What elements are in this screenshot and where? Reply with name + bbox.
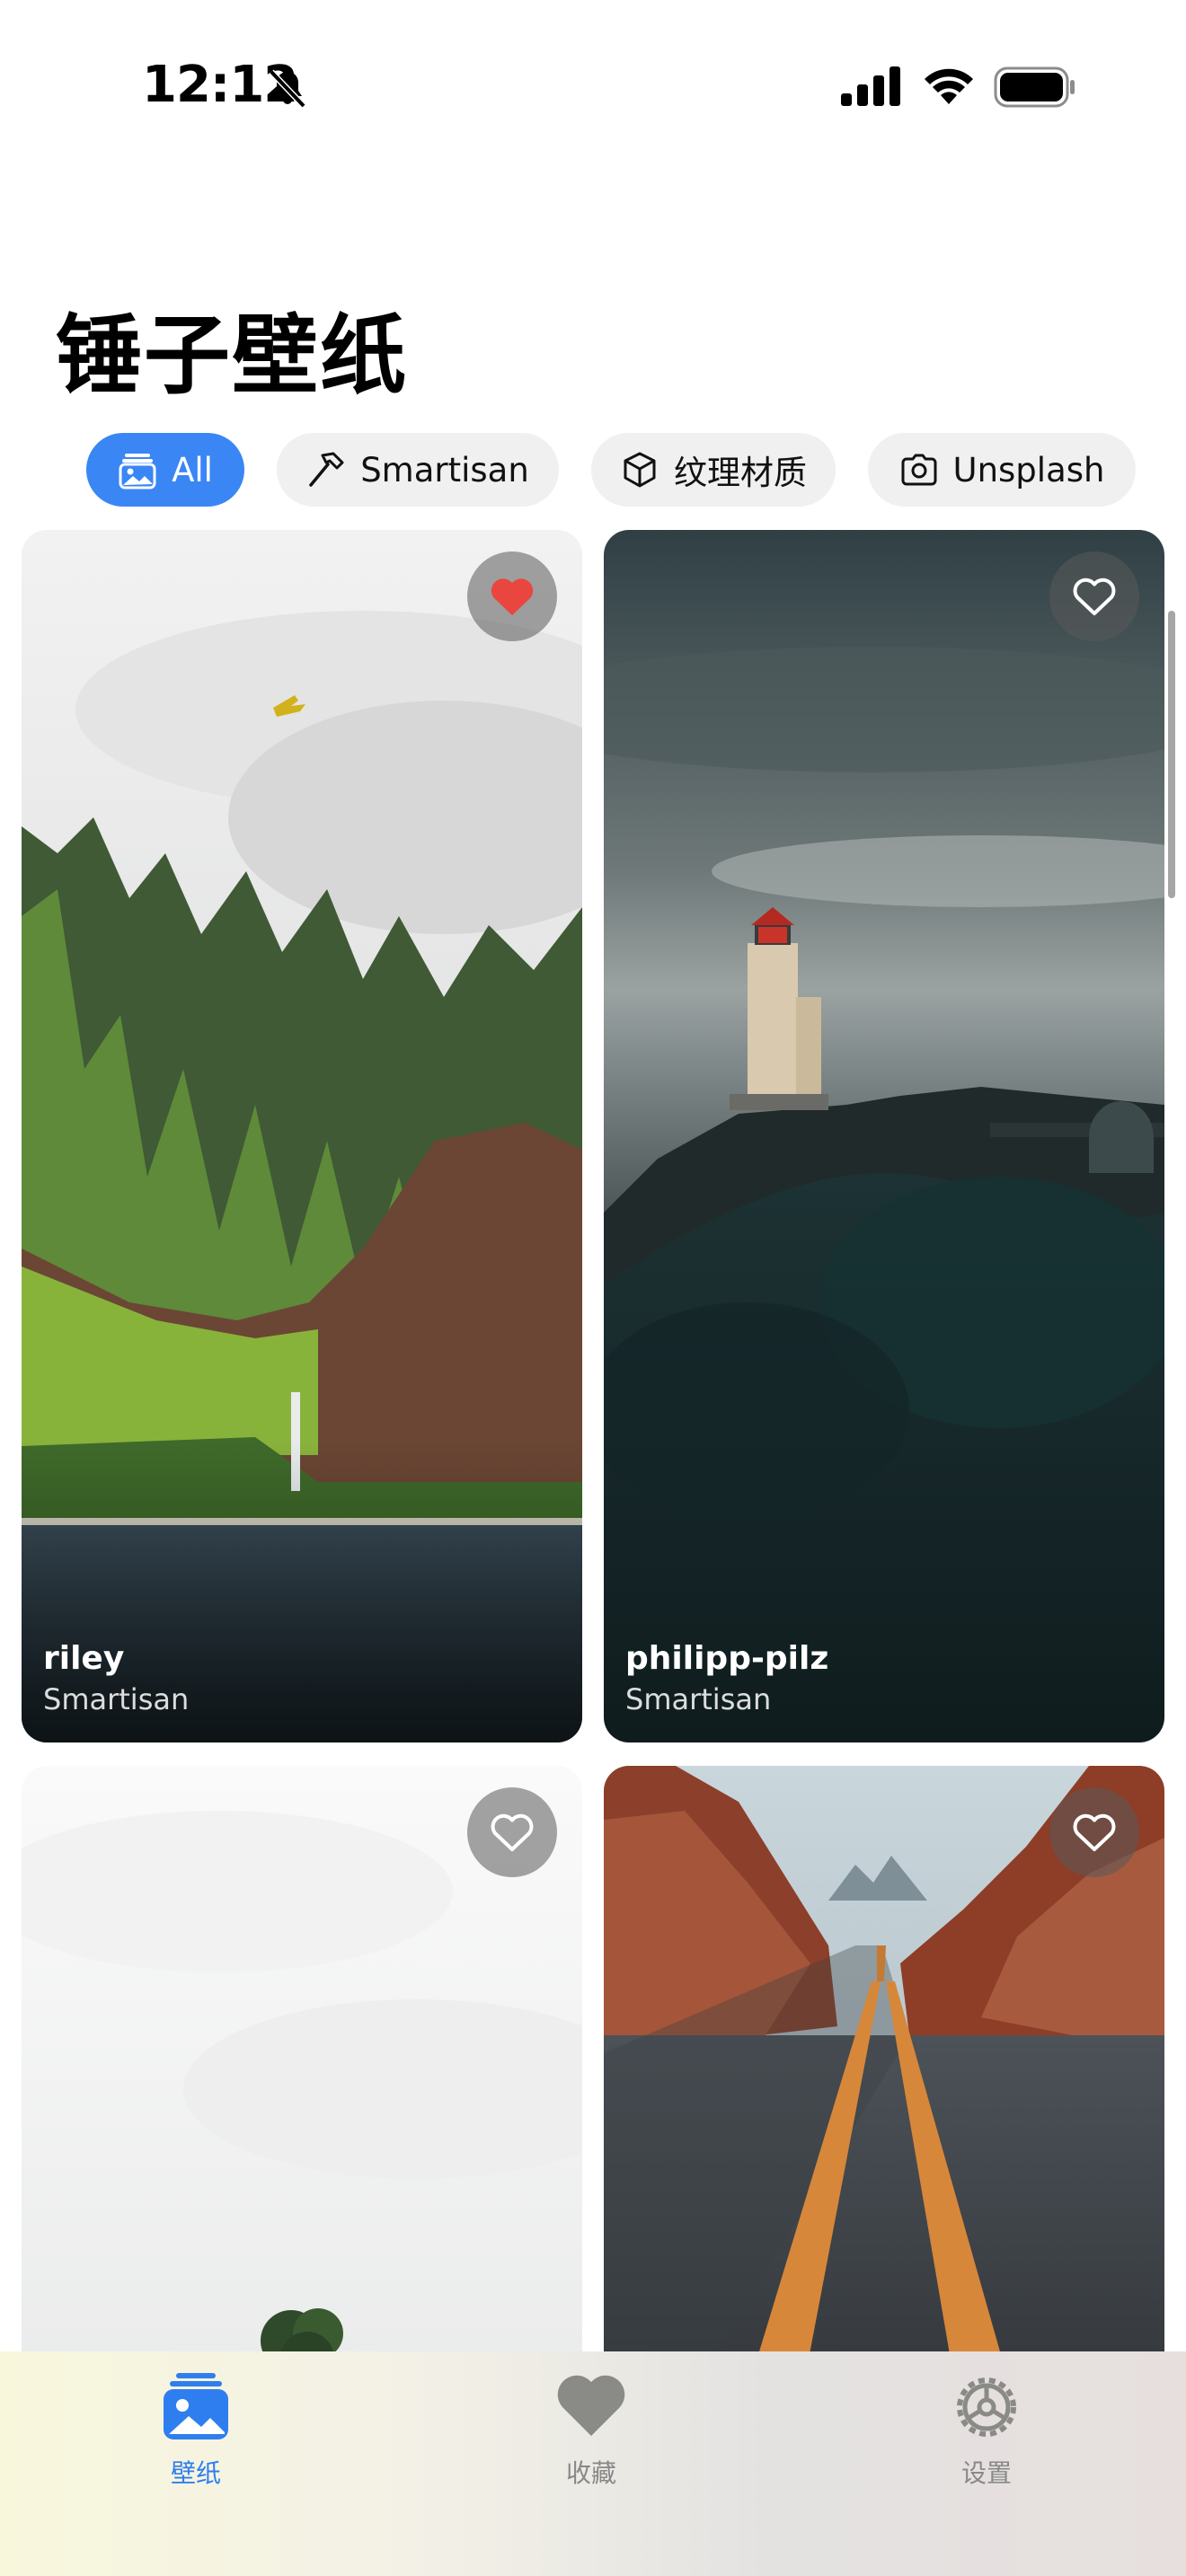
filter-chip-all[interactable]: All xyxy=(86,433,244,507)
wallpaper-card[interactable]: riley Smartisan xyxy=(22,530,582,1742)
tab-label: 壁纸 xyxy=(170,2458,221,2488)
wallpaper-app-screen: 12:12 锤子壁纸 All Smartisan 纹理材质 Unsplash r… xyxy=(0,0,1186,2576)
wallpaper-author: philipp-pilz xyxy=(625,1640,829,1677)
tab-settings[interactable]: 设置 xyxy=(897,2369,1076,2504)
filter-chip-smartisan[interactable]: Smartisan xyxy=(277,433,559,507)
favorite-button[interactable] xyxy=(467,551,557,641)
battery-icon xyxy=(994,66,1075,108)
scrollbar[interactable] xyxy=(1168,611,1175,898)
heart-filled-icon xyxy=(491,578,534,615)
wallpaper-card[interactable]: philipp-pilz Smartisan xyxy=(604,530,1164,1742)
wallpaper-icon xyxy=(164,2373,228,2439)
wallpaper-meta: riley Smartisan xyxy=(43,1638,189,1719)
filter-chip-label: Smartisan xyxy=(360,450,529,490)
bell-slash-icon xyxy=(269,69,306,109)
wallpaper-thumbnail xyxy=(604,530,1164,1742)
gear-icon xyxy=(957,2378,1016,2437)
wallpaper-thumbnail xyxy=(22,530,582,1742)
filter-chips: All Smartisan 纹理材质 Unsplash xyxy=(0,433,1186,508)
wallpaper-author: riley xyxy=(43,1640,125,1677)
heart-outline-icon xyxy=(1073,1813,1116,1851)
filter-chip-unsplash[interactable]: Unsplash xyxy=(868,433,1136,507)
wallpaper-source: Smartisan xyxy=(625,1682,772,1716)
wallpaper-meta: philipp-pilz Smartisan xyxy=(625,1638,828,1719)
tab-wallpaper[interactable]: 壁纸 xyxy=(106,2369,286,2504)
filter-chip-label: 纹理材质 xyxy=(674,454,807,492)
tab-bar: 壁纸 收藏 设置 xyxy=(0,2351,1186,2576)
tab-favorites[interactable]: 收藏 xyxy=(501,2369,681,2504)
photo-stack-icon xyxy=(119,454,156,490)
wifi-icon xyxy=(925,68,973,104)
cellular-signal-icon xyxy=(841,66,900,106)
filter-chip-label: Unsplash xyxy=(952,450,1105,490)
heart-icon xyxy=(557,2375,625,2436)
filter-chip-label: All xyxy=(172,450,213,490)
tab-label: 设置 xyxy=(960,2458,1012,2488)
heart-outline-icon xyxy=(491,1813,534,1851)
filter-chip-texture[interactable]: 纹理材质 xyxy=(591,433,836,507)
tab-label: 收藏 xyxy=(565,2458,616,2488)
favorite-button[interactable] xyxy=(467,1787,557,1877)
wallpaper-source: Smartisan xyxy=(43,1682,190,1716)
status-bar: 12:12 xyxy=(0,0,1186,171)
hammer-icon xyxy=(309,452,344,487)
camera-icon xyxy=(901,454,936,486)
heart-outline-icon xyxy=(1073,578,1116,615)
cube-icon xyxy=(624,452,656,488)
favorite-button[interactable] xyxy=(1049,1787,1139,1877)
favorite-button[interactable] xyxy=(1049,551,1139,641)
page-title: 锤子壁纸 xyxy=(56,305,408,406)
